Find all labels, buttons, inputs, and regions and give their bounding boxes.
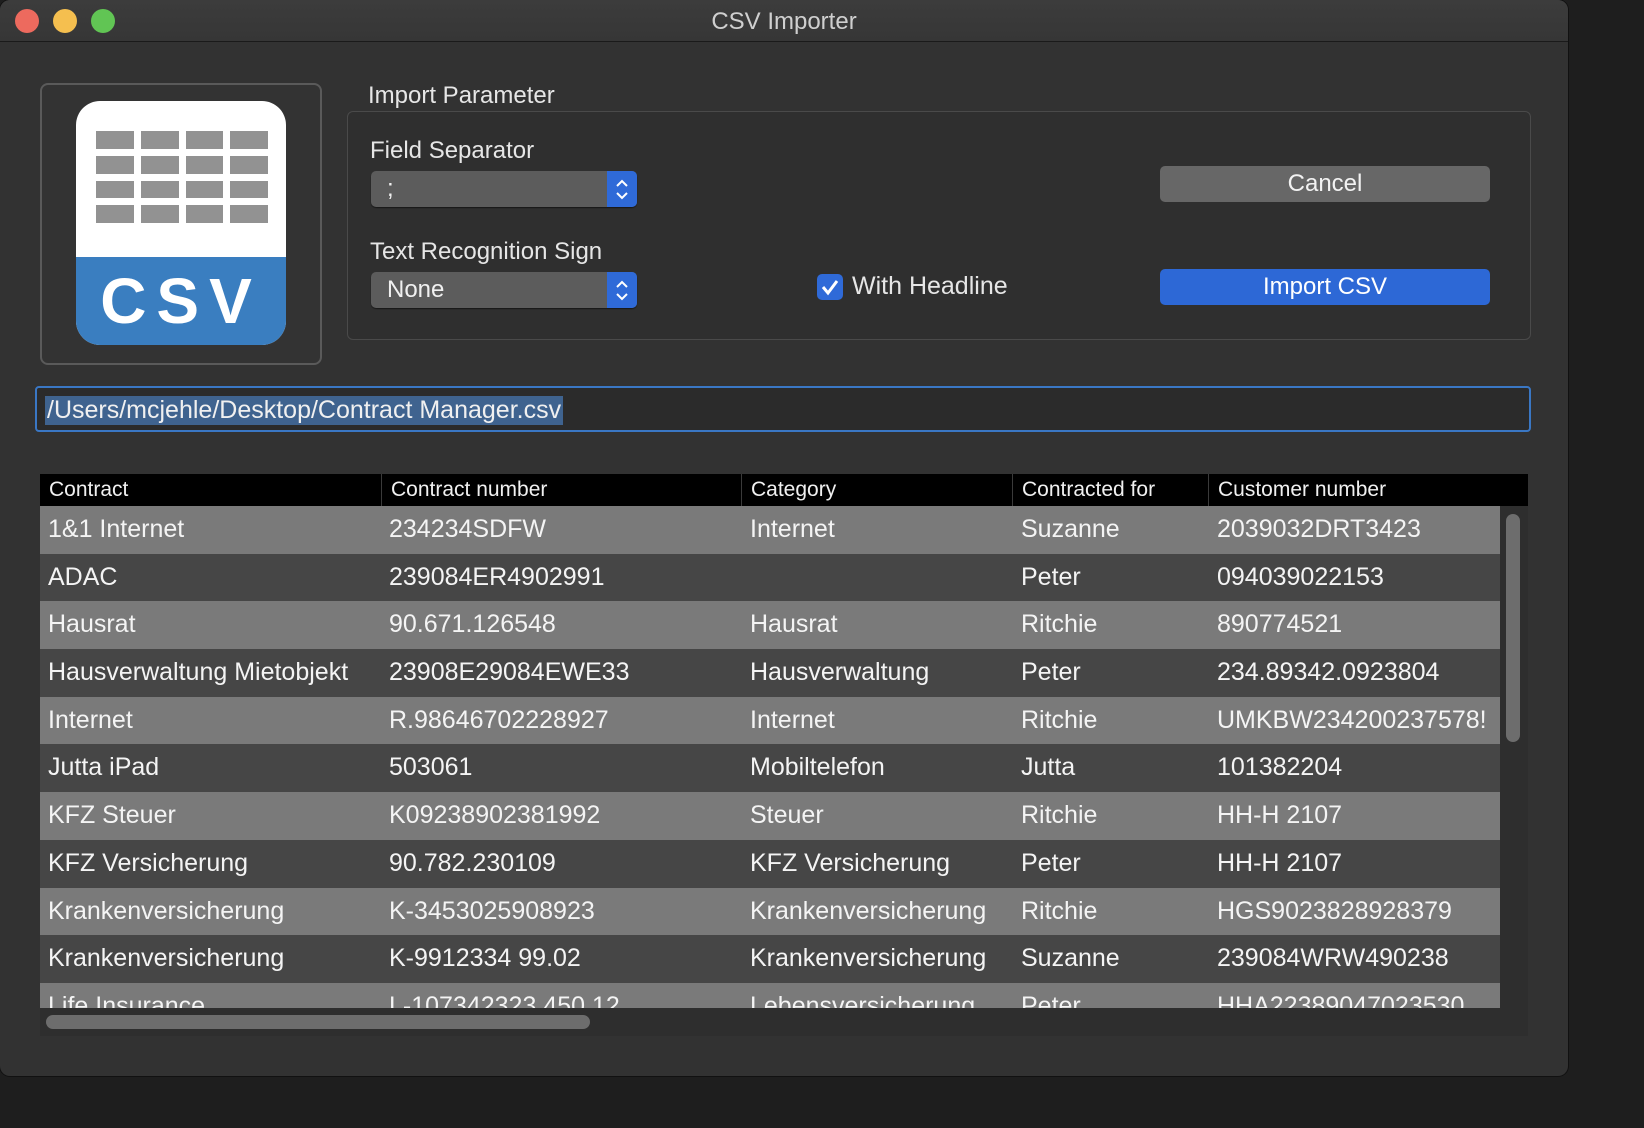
preview-table: Contract Contract number Category Contra…	[40, 474, 1528, 1036]
checkmark-icon	[821, 280, 839, 296]
file-path-text: /Users/mcjehle/Desktop/Contract Manager.…	[45, 396, 564, 425]
cell-contract: Hausverwaltung Mietobjekt	[48, 658, 349, 687]
cell-contract-number: 90.671.126548	[389, 610, 556, 639]
table-row[interactable]: Internet R.98646702228927 Internet Ritchie U…	[40, 696, 1500, 745]
cell-contracted-for: Ritchie	[1021, 801, 1098, 830]
cell-contract-number: K-9912334 99.02	[389, 944, 581, 973]
stepper-arrows-icon	[607, 171, 637, 207]
cell-contract: Life Insurance	[48, 991, 206, 1008]
cell-customer-number: HGS9023828928379	[1217, 896, 1452, 925]
table-row[interactable]: Krankenversicherung K-3453025908923 Kranke…	[40, 887, 1500, 936]
table-row[interactable]: Krankenversicherung K-9912334 99.02 Kranke…	[40, 935, 1500, 983]
cell-contracted-for: Ritchie	[1021, 896, 1098, 925]
cell-customer-number: 101382204	[1217, 753, 1343, 782]
cell-contract: Krankenversicherung	[48, 944, 285, 973]
cell-contract: ADAC	[48, 562, 118, 591]
cell-customer-number: 239084WRW490238	[1217, 944, 1449, 973]
csv-importer-window: CSV Importer CSV Import Parameter Field …	[0, 0, 1568, 1076]
spreadsheet-grid-icon	[96, 131, 268, 223]
window-title: CSV Importer	[711, 8, 857, 35]
column-header-contracted-for[interactable]: Contracted for	[1012, 474, 1208, 506]
cell-contract: 1&1 Internet	[48, 515, 185, 543]
text-recognition-select[interactable]: None	[371, 272, 637, 308]
cancel-button[interactable]: Cancel	[1160, 166, 1490, 202]
import-csv-button[interactable]: Import CSV	[1160, 269, 1490, 305]
table-row[interactable]: KFZ Versicherung 90.782.230109 KFZ Versich…	[40, 839, 1500, 888]
cell-contract: Krankenversicherung	[48, 896, 285, 925]
with-headline-label[interactable]: With Headline	[852, 272, 1008, 301]
cell-contract: Hausrat	[48, 610, 136, 639]
table-row[interactable]: Hausrat 90.671.126548 Hausrat Ritchie 890774…	[40, 601, 1500, 650]
column-header-contract-number[interactable]: Contract number	[381, 474, 741, 506]
csv-logo-text: CSV	[76, 257, 286, 345]
cell-category: Internet	[750, 515, 835, 543]
table-row[interactable]: ADAC 239084ER4902991 Peter 094039022153	[40, 553, 1500, 602]
column-header-customer-number[interactable]: Customer number	[1208, 474, 1528, 506]
cell-customer-number: 890774521	[1217, 610, 1343, 639]
cell-contract: Jutta iPad	[48, 753, 160, 782]
cell-contract-number: 90.782.230109	[389, 848, 556, 877]
text-recognition-label: Text Recognition Sign	[370, 238, 603, 265]
cell-customer-number: 094039022153	[1217, 562, 1384, 591]
cell-contracted-for: Suzanne	[1021, 515, 1120, 543]
table-row[interactable]: Jutta iPad 503061 Mobiltelefon Jutta 1013822…	[40, 744, 1500, 793]
cell-customer-number: HH-H 2107	[1217, 801, 1343, 830]
table-row[interactable]: Hausverwaltung Mietobjekt 23908E29084EWE3…	[40, 649, 1500, 697]
stepper-arrows-icon	[607, 272, 637, 308]
cell-contracted-for: Peter	[1021, 658, 1081, 687]
cell-customer-number: UMKBW234200237578!	[1217, 705, 1487, 734]
cell-category: Mobiltelefon	[750, 753, 885, 782]
cell-customer-number: 234.89342.0923804	[1217, 658, 1440, 687]
cell-category: KFZ Versicherung	[750, 848, 951, 877]
cell-contracted-for: Peter	[1021, 848, 1081, 877]
field-separator-label: Field Separator	[370, 137, 535, 164]
cell-category: Hausrat	[750, 610, 838, 639]
cell-category: Krankenversicherung	[750, 896, 987, 925]
cell-category: Krankenversicherung	[750, 944, 987, 973]
csv-file-icon: CSV	[76, 101, 286, 345]
cell-category: Steuer	[750, 801, 824, 830]
cell-contracted-for: Suzanne	[1021, 944, 1120, 973]
cell-contract-number: 239084ER4902991	[389, 562, 605, 591]
import-parameter-title: Import Parameter	[368, 82, 555, 109]
cell-contracted-for: Ritchie	[1021, 610, 1098, 639]
cell-contract-number: K09238902381992	[389, 801, 601, 830]
table-row[interactable]: 1&1 Internet 234234SDFW Internet Suzanne 203…	[40, 506, 1500, 554]
cell-contract-number: K-3453025908923	[389, 896, 595, 925]
cell-contracted-for: Jutta	[1021, 753, 1076, 782]
cell-contract: KFZ Steuer	[48, 801, 176, 830]
cell-contract-number: 23908E29084EWE33	[389, 658, 630, 687]
cell-category: Lebensversicherung	[750, 991, 976, 1008]
cell-customer-number: HHA22389047023530	[1217, 991, 1465, 1008]
horizontal-scroll-thumb[interactable]	[46, 1015, 590, 1029]
field-separator-select[interactable]: ;	[371, 171, 637, 207]
cell-contracted-for: Peter	[1021, 991, 1081, 1008]
cell-contract: KFZ Versicherung	[48, 848, 249, 877]
field-separator-value: ;	[387, 175, 394, 202]
table-row[interactable]: KFZ Steuer K09238902381992 Steuer Ritchie HH…	[40, 792, 1500, 840]
cell-contract-number: R.98646702228927	[389, 705, 609, 734]
table-header: Contract Contract number Category Contra…	[40, 474, 1528, 506]
file-path-field[interactable]: /Users/mcjehle/Desktop/Contract Manager.…	[35, 386, 1531, 432]
with-headline-checkbox[interactable]	[817, 274, 843, 300]
cell-category: Internet	[750, 705, 835, 734]
cell-contract-number: 503061	[389, 753, 473, 782]
cell-category: Hausverwaltung	[750, 658, 930, 687]
text-recognition-value: None	[387, 276, 445, 303]
cell-contract: Internet	[48, 705, 133, 734]
table-row[interactable]: Life Insurance L-107342323.450.12 Lebensve…	[40, 982, 1500, 1008]
cell-customer-number: HH-H 2107	[1217, 848, 1343, 877]
cell-contracted-for: Peter	[1021, 562, 1081, 591]
cell-category	[750, 554, 1015, 602]
column-header-category[interactable]: Category	[741, 474, 1013, 506]
cell-contracted-for: Ritchie	[1021, 705, 1098, 734]
cell-contract-number: L-107342323.450.12	[389, 991, 620, 1008]
cell-contract-number: 234234SDFW	[389, 515, 547, 543]
cell-customer-number: 2039032DRT3423	[1217, 515, 1421, 543]
table-body: 1&1 Internet 234234SDFW Internet Suzanne 203…	[40, 506, 1500, 1008]
column-header-contract[interactable]: Contract	[40, 474, 380, 506]
csv-logo-frame: CSV	[40, 83, 322, 365]
title-bar: CSV Importer	[0, 0, 1568, 42]
vertical-scroll-thumb[interactable]	[1506, 514, 1520, 742]
